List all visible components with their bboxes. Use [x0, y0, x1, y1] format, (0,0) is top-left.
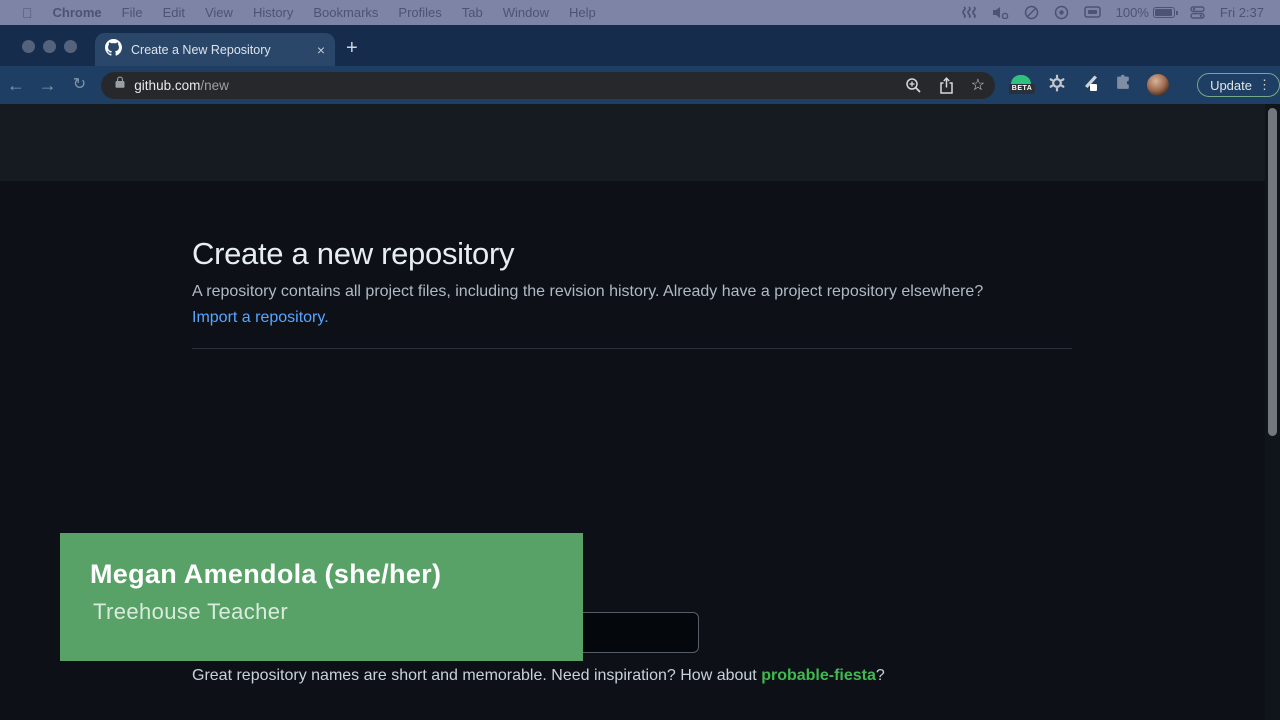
chrome-tab-strip: Create a New Repository × +: [0, 25, 1280, 66]
tab-title: Create a New Repository: [131, 43, 308, 57]
new-tab-button[interactable]: +: [346, 38, 358, 58]
close-window-button[interactable]: [22, 40, 35, 53]
bookmark-star-icon[interactable]: ☆: [971, 75, 985, 95]
close-tab-icon[interactable]: ×: [317, 43, 325, 57]
battery-indicator[interactable]: 100%: [1116, 5, 1175, 20]
reload-button[interactable]: ↻: [64, 77, 96, 93]
menu-edit[interactable]: Edit: [163, 5, 185, 20]
apple-menu-icon[interactable]: : [22, 5, 33, 21]
page-title: Create a new repository: [192, 236, 1072, 272]
chrome-profile-avatar[interactable]: [1147, 74, 1169, 96]
window-controls: [22, 40, 77, 53]
update-chrome-button[interactable]: Update ⋮: [1197, 73, 1280, 97]
menu-bookmarks[interactable]: Bookmarks: [313, 5, 378, 20]
intro-text: A repository contains all project files,…: [192, 279, 1012, 331]
zoom-window-button[interactable]: [64, 40, 77, 53]
menubar-dnd-icon[interactable]: [1024, 5, 1039, 20]
address-bar[interactable]: github.com/new ☆: [101, 72, 995, 99]
forward-button[interactable]: →: [32, 76, 64, 94]
menubar-app-circle-icon[interactable]: [1054, 5, 1069, 20]
chrome-toolbar: ← → ↻ github.com/new ☆ BETA: [0, 66, 1280, 104]
menu-view[interactable]: View: [205, 5, 233, 20]
divider: [192, 348, 1072, 349]
scrollbar-track[interactable]: [1265, 104, 1280, 720]
browser-tab[interactable]: Create a New Repository ×: [95, 33, 335, 66]
github-header: / Pull requests Issues Marketplace Explo…: [0, 104, 1280, 181]
menu-help[interactable]: Help: [569, 5, 596, 20]
menu-file[interactable]: File: [122, 5, 143, 20]
lock-icon[interactable]: [114, 76, 126, 94]
zoom-level-icon[interactable]: [905, 77, 922, 94]
presenter-name: Megan Amendola (she/her): [90, 559, 441, 590]
extensions-area: BETA Update ⋮: [1009, 73, 1280, 97]
screen:  Chrome File Edit View History Bookmark…: [0, 0, 1280, 720]
macos-menu-bar:  Chrome File Edit View History Bookmark…: [0, 0, 1280, 25]
browser-menu-icon[interactable]: ⋮: [1258, 77, 1271, 93]
menubar-clock[interactable]: Fri 2:37: [1220, 5, 1264, 20]
minimize-window-button[interactable]: [43, 40, 56, 53]
url-path: /new: [200, 78, 229, 93]
control-center-icon[interactable]: [1190, 6, 1205, 19]
pen-extension-icon[interactable]: [1081, 73, 1100, 97]
url-host: github.com: [134, 78, 200, 93]
share-icon[interactable]: [939, 77, 954, 94]
github-favicon: [105, 39, 122, 61]
import-repository-link[interactable]: Import a repository.: [192, 309, 329, 326]
battery-icon: [1153, 7, 1175, 18]
menu-window[interactable]: Window: [503, 5, 549, 20]
suggested-repo-name[interactable]: probable-fiesta: [761, 667, 876, 684]
menubar-speaker-icon[interactable]: [992, 6, 1009, 19]
menu-history[interactable]: History: [253, 5, 293, 20]
presenter-role: Treehouse Teacher: [93, 599, 288, 625]
extensions-puzzle-icon[interactable]: [1115, 74, 1132, 96]
scrollbar-thumb[interactable]: [1268, 108, 1277, 436]
battery-percent-label: 100%: [1116, 5, 1149, 20]
menubar-waves-icon[interactable]: [961, 6, 977, 20]
menu-chrome[interactable]: Chrome: [53, 5, 102, 20]
back-button[interactable]: ←: [0, 76, 32, 94]
menu-profiles[interactable]: Profiles: [398, 5, 441, 20]
settings-gear-icon[interactable]: [1048, 74, 1066, 97]
presenter-lower-third: Megan Amendola (she/her) Treehouse Teach…: [60, 533, 583, 661]
repo-name-hint: Great repository names are short and mem…: [192, 667, 885, 685]
beta-extension-icon[interactable]: BETA: [1009, 75, 1033, 95]
menu-tab[interactable]: Tab: [462, 5, 483, 20]
menubar-display-icon[interactable]: [1084, 6, 1101, 19]
